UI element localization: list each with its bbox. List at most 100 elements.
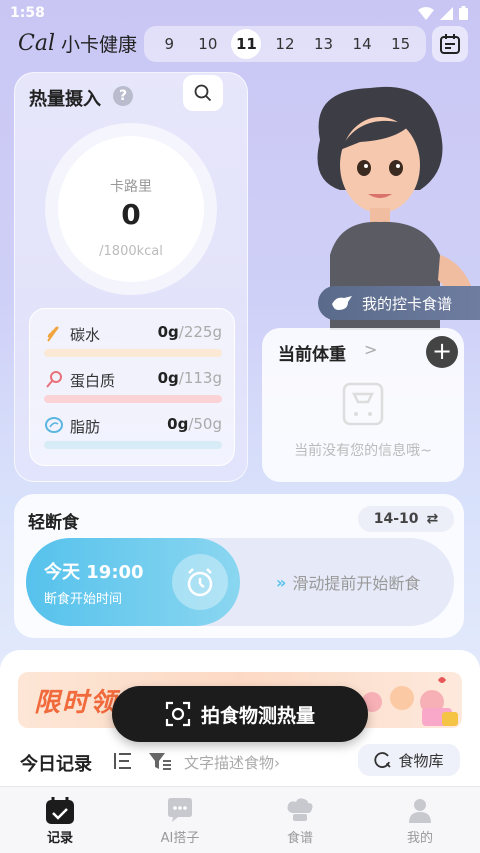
macro-progress-bar (44, 349, 222, 357)
app-logo: Cal 小卡健康 (18, 30, 137, 57)
alarm-clock-icon (172, 554, 228, 610)
slider-hint-text: 滑动提前开始断食 (292, 574, 421, 593)
date-item-selected[interactable]: 11 (231, 29, 262, 59)
date-item[interactable]: 9 (154, 29, 184, 59)
status-icons (418, 6, 468, 20)
macro-box: 碳水 0g/225g 蛋白质 0g/113g 脂肪 0g/50g (29, 308, 235, 466)
help-icon[interactable]: ? (113, 86, 133, 106)
fasting-plan-toggle[interactable]: 14-10 ⇄ (358, 506, 454, 532)
app-name: 小卡健康 (61, 34, 138, 56)
calorie-value: 0 (121, 198, 141, 231)
bird-icon (332, 296, 352, 310)
nav-label: 记录 (46, 831, 73, 846)
date-strip: 9 10 11 12 13 14 15 (144, 26, 426, 62)
food-library-label: 食物库 (398, 751, 444, 770)
wheat-icon (47, 326, 59, 342)
logo-mark: Cal (18, 31, 55, 56)
calorie-dial: 卡路里 0 /1800kcal (58, 136, 204, 282)
today-title: 今日记录 (20, 754, 92, 775)
fasting-plan-label: 14-10 (373, 511, 419, 527)
macro-row-protein: 蛋白质 0g/113g (44, 367, 222, 409)
battery-icon (459, 6, 468, 20)
list-icon[interactable] (112, 750, 134, 772)
weight-empty-text: 当前没有您的信息哦~ (294, 443, 432, 459)
macro-target: /113g (178, 369, 222, 387)
capture-label: 拍食物测热量 (200, 704, 315, 727)
calorie-intake-card: 热量摄入 ? 卡路里 0 /1800kcal 碳水 0g/225g 蛋白质 0g… (14, 72, 248, 482)
my-recipe-button[interactable]: 我的控卡食谱 (318, 286, 480, 320)
date-item[interactable]: 12 (270, 29, 300, 59)
bottom-nav: 记录 AI搭子 食谱 我的 (0, 786, 480, 853)
current-weight-card[interactable]: 当前体重 > + 当前没有您的信息哦~ (262, 328, 464, 482)
macro-progress-bar (44, 441, 222, 449)
nav-item-ai[interactable]: AI搭子 (120, 787, 240, 853)
nav-item-mine[interactable]: 我的 (360, 787, 480, 853)
calendar-check-icon (46, 797, 74, 824)
slider-hint: » 滑动提前开始断食 (276, 570, 420, 594)
search-icon (194, 84, 212, 102)
food-text-search-label: 文字描述食物 (184, 754, 275, 772)
fasting-slider-thumb[interactable]: 今天 19:00 断食开始时间 (26, 538, 240, 626)
macro-name: 蛋白质 (70, 372, 116, 390)
fasting-start-time: 今天 19:00 (44, 562, 144, 583)
fasting-title: 轻断食 (28, 513, 79, 533)
chevron-right-icon: > (364, 340, 378, 359)
date-item[interactable]: 15 (386, 29, 416, 59)
calorie-label: 卡路里 (110, 179, 152, 195)
macro-name: 碳水 (70, 326, 101, 344)
header: Cal 小卡健康 9 10 11 12 13 14 15 (0, 26, 480, 66)
nav-item-record[interactable]: 记录 (0, 787, 120, 853)
nav-label: AI搭子 (160, 831, 200, 846)
macro-row-fat: 脂肪 0g/50g (44, 413, 222, 455)
macro-row-carbs: 碳水 0g/225g (44, 321, 222, 363)
oil-icon (45, 417, 63, 433)
calendar-icon (440, 34, 460, 54)
add-weight-button[interactable]: + (426, 336, 458, 368)
chat-bubble-icon (168, 798, 192, 822)
person-icon (409, 799, 431, 823)
scale-icon (342, 382, 384, 426)
macro-current: 0g (167, 415, 189, 433)
drumstick-icon (46, 371, 62, 388)
macro-value: 0g/225g (158, 323, 222, 341)
status-bar: 1:58 (0, 0, 480, 26)
intake-title: 热量摄入 (29, 89, 101, 110)
food-text-search[interactable]: 文字描述食物› (184, 752, 280, 773)
signal-icon (440, 6, 453, 20)
wifi-icon (418, 6, 434, 20)
date-item[interactable]: 10 (193, 29, 223, 59)
capture-food-button[interactable]: 拍食物测热量 (112, 686, 368, 742)
macro-current: 0g (157, 369, 179, 387)
macro-value: 0g/50g (167, 415, 222, 433)
filter-icon[interactable] (148, 751, 172, 771)
status-time: 1:58 (10, 5, 45, 21)
macro-progress-bar (44, 395, 222, 403)
fasting-slider[interactable]: 今天 19:00 断食开始时间 » 滑动提前开始断食 (26, 538, 454, 626)
search-refresh-icon (374, 752, 392, 768)
macro-target: /225g (178, 323, 222, 341)
date-item[interactable]: 14 (347, 29, 377, 59)
chevron-right-icon: › (274, 754, 281, 772)
camera-scan-icon (165, 701, 191, 727)
calendar-button[interactable] (432, 26, 468, 62)
food-library-button[interactable]: 食物库 (358, 744, 460, 776)
search-button[interactable] (183, 75, 223, 111)
fasting-card: 轻断食 14-10 ⇄ 今天 19:00 断食开始时间 » 滑动提前开始断食 (14, 494, 464, 638)
macro-current: 0g (157, 323, 179, 341)
calorie-target: /1800kcal (99, 244, 163, 259)
swap-icon: ⇄ (426, 511, 439, 527)
chef-hat-icon (287, 798, 313, 821)
promo-text: 限时领 (34, 688, 119, 718)
double-chevron-icon: » (276, 572, 287, 592)
macro-value: 0g/113g (158, 369, 222, 387)
nav-item-recipe[interactable]: 食谱 (240, 787, 360, 853)
today-record-row: 今日记录 文字描述食物› 食物库 (0, 744, 480, 780)
fasting-start-label: 断食开始时间 (44, 592, 123, 607)
date-item[interactable]: 13 (309, 29, 339, 59)
nav-label: 食谱 (286, 831, 313, 846)
weight-title: 当前体重 (278, 345, 346, 365)
recipe-label: 我的控卡食谱 (362, 294, 453, 313)
macro-target: /50g (188, 415, 222, 433)
macro-name: 脂肪 (70, 418, 101, 436)
nav-label: 我的 (406, 831, 433, 846)
